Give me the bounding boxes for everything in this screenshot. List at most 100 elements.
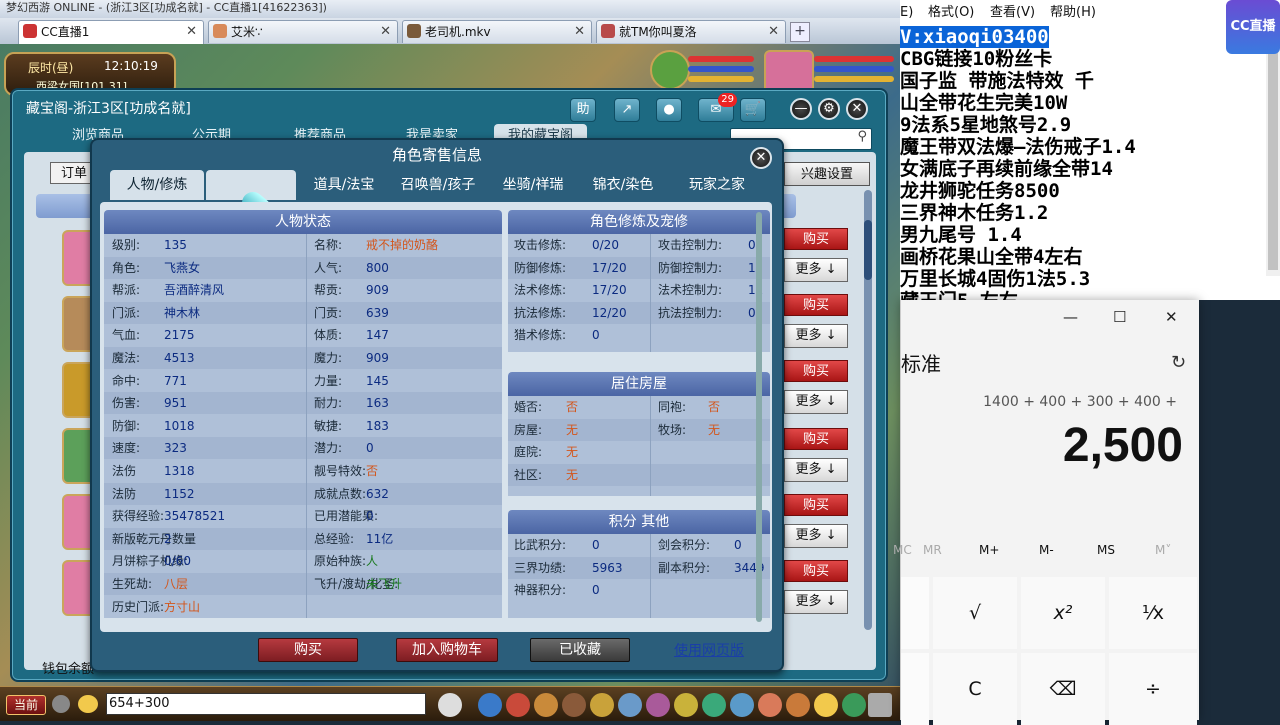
system-icon[interactable] [842, 693, 866, 717]
listing-more-button[interactable]: 更多 ↓ [784, 458, 848, 482]
memory-recall-button[interactable]: MR [923, 543, 942, 557]
listing-buy-button[interactable]: 购买 [784, 428, 848, 450]
close-icon[interactable]: ✕ [186, 21, 197, 43]
record-icon[interactable]: ● [656, 98, 682, 122]
close-icon[interactable]: ✕ [380, 21, 391, 43]
listing-buy-button[interactable]: 购买 [784, 360, 848, 382]
notepad-line: 龙井狮驼任务8500 [900, 180, 1060, 202]
notepad-line: 9法系5星地煞号2.9 [900, 114, 1072, 136]
notepad-text-area[interactable]: V:xiaoqi03400 CBG链接10粉丝卡 国子监 带施法特效 千山全带花生完… [900, 26, 1266, 312]
settings-icon[interactable] [868, 693, 892, 717]
tab-laosiji[interactable]: 老司机.mkv ✕ [402, 20, 592, 43]
reciprocal-button[interactable]: ¹⁄x [1109, 577, 1197, 649]
tab-mounts[interactable]: 坐骑/祥瑞 [492, 170, 574, 200]
listing-buy-button[interactable]: 购买 [784, 560, 848, 582]
clear-button[interactable]: C [933, 653, 1017, 725]
listing-more-button[interactable]: 更多 ↓ [784, 258, 848, 282]
map-icon[interactable] [702, 693, 726, 717]
tab-cc-live[interactable]: CC直播1 ✕ [18, 20, 204, 44]
mall-icon[interactable] [758, 693, 782, 717]
field-label: 门派: [112, 305, 141, 320]
menu-help[interactable]: 帮助(H) [1050, 0, 1096, 26]
help-button[interactable]: 助 [570, 98, 596, 122]
dialog-scrollbar[interactable] [756, 212, 762, 622]
close-icon[interactable]: ✕ [574, 21, 585, 43]
cart-icon[interactable]: 🛒 [740, 98, 766, 122]
skill-icon[interactable] [646, 693, 670, 717]
message-icon[interactable]: ✉ 29 [698, 93, 737, 122]
listing-more-button[interactable]: 更多 ↓ [784, 324, 848, 348]
listing-buy-button[interactable]: 购买 [784, 494, 848, 516]
field-label: 比武积分: [514, 538, 567, 552]
listing-more-button[interactable]: 更多 ↓ [784, 390, 848, 414]
sqrt-button[interactable]: √ [933, 577, 1017, 649]
buy-button[interactable]: 购买 [258, 638, 358, 662]
friends-icon[interactable] [674, 693, 698, 717]
calculator-result: 2,500 [1062, 419, 1183, 472]
trade-icon[interactable] [730, 693, 754, 717]
history-icon[interactable]: ↻ [1171, 352, 1186, 373]
pet-exp-bar [688, 76, 754, 82]
chat-input[interactable]: 654+300 [106, 693, 426, 715]
close-icon[interactable]: ✕ [750, 147, 772, 169]
favorited-button[interactable]: 已收藏 [530, 638, 630, 662]
maximize-icon[interactable]: ☐ [1113, 308, 1126, 326]
divide-button[interactable]: ÷ [1109, 653, 1197, 725]
notepad-scroll-thumb[interactable] [1268, 40, 1278, 270]
tab-items[interactable]: 道具/法宝 [304, 170, 384, 200]
listing-buy-button[interactable]: 购买 [784, 228, 848, 250]
square-button[interactable]: x² [1021, 577, 1105, 649]
sword-icon[interactable] [478, 693, 502, 717]
memory-clear-button[interactable]: MC [893, 543, 912, 557]
minimize-icon[interactable]: — [1063, 308, 1078, 326]
tab-xialuo[interactable]: 就TM你叫夏洛 ✕ [596, 20, 786, 43]
tab-home[interactable]: 玩家之家 [672, 170, 762, 200]
memory-add-button[interactable]: M+ [979, 543, 999, 557]
memory-store-button[interactable]: MS [1097, 543, 1115, 557]
channel-current-button[interactable]: 当前 [6, 695, 46, 715]
guild-icon[interactable] [590, 693, 614, 717]
tab-outfits[interactable]: 锦衣/染色 [582, 170, 664, 200]
backspace-button[interactable]: ⌫ [1021, 653, 1105, 725]
add-to-cart-button[interactable]: 加入购物车 [396, 638, 498, 662]
tab-summons[interactable]: 召唤兽/孩子 [390, 170, 486, 200]
field-value: 0 [748, 238, 756, 252]
minimize-icon[interactable]: — [790, 98, 812, 120]
field-value: 12/20 [592, 305, 627, 320]
gift-icon[interactable] [534, 693, 558, 717]
share-icon[interactable]: ↗ [614, 98, 640, 122]
field-value: 0/60 [164, 554, 191, 569]
new-tab-button[interactable]: + [790, 22, 810, 42]
list-scroll-thumb[interactable] [864, 220, 872, 280]
listing-more-button[interactable]: 更多 ↓ [784, 524, 848, 548]
web-version-link[interactable]: 使用网页版 [674, 640, 744, 660]
menu-format[interactable]: 格式(O) [928, 0, 974, 26]
bag-icon[interactable] [506, 693, 530, 717]
tab-aimi[interactable]: 艾米∵ ✕ [208, 20, 398, 43]
field-label: 命中: [112, 373, 141, 388]
close-icon[interactable]: ✕ [846, 98, 868, 120]
menu-view[interactable]: 查看(V) [990, 0, 1035, 26]
role-info-dialog: 角色寄售信息 ✕ 人物/修炼 道具/法宝 召唤兽/孩子 坐骑/祥瑞 锦衣/染色 … [90, 138, 784, 672]
memory-subtract-button[interactable]: M- [1039, 543, 1054, 557]
memory-list-button[interactable]: M˅ [1155, 543, 1171, 557]
team-icon[interactable] [562, 693, 586, 717]
dialog-body: 人物状态 级别: 135 名称: 戒不掉的奶酪 角色: 飞燕女 人气: 800 帮派: 吾酒醉清风… [100, 202, 772, 632]
pet-icon[interactable] [438, 693, 462, 717]
listing-more-button[interactable]: 更多 ↓ [784, 590, 848, 614]
search-icon[interactable]: ⚲ [857, 129, 867, 144]
close-icon[interactable]: ✕ [1165, 308, 1178, 326]
settings-gear-icon[interactable]: ⚙ [818, 98, 840, 120]
listing-buy-button[interactable]: 购买 [784, 294, 848, 316]
tab-character[interactable]: 人物/修炼 [110, 170, 204, 200]
activity-icon[interactable] [786, 693, 810, 717]
pet-avatar[interactable] [650, 50, 690, 90]
emoji-icon[interactable] [78, 695, 98, 713]
quest-icon[interactable] [618, 693, 642, 717]
notepad-line-row: 龙井狮驼任务8500 [900, 180, 1266, 202]
interest-settings-button[interactable]: 兴趣设置 [784, 162, 870, 186]
close-icon[interactable]: ✕ [768, 21, 779, 43]
microphone-icon[interactable] [52, 695, 70, 713]
menu-edit[interactable]: E) [900, 0, 913, 26]
smile-icon[interactable] [814, 693, 838, 717]
